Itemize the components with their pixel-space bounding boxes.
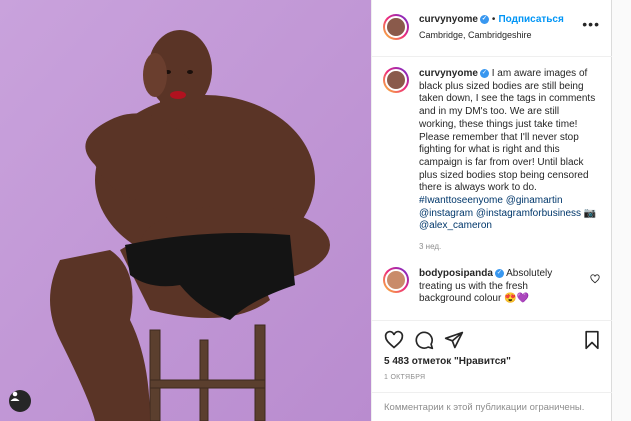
- comment-icon[interactable]: [414, 330, 434, 350]
- comment-username[interactable]: bodyposipanda: [419, 268, 493, 279]
- post-header: curvynyome ✓ • Подписаться Cambridge, Cambr…: [372, 0, 612, 57]
- hashtag-link[interactable]: #Iwanttoseenyome: [419, 195, 503, 206]
- caption-text: I am aware images of black plus sized bo…: [419, 68, 596, 194]
- camera-icon: 📷: [583, 207, 597, 219]
- mention-link[interactable]: @ginamartin: [506, 195, 563, 206]
- more-options-icon[interactable]: •••: [582, 16, 600, 32]
- caption-username[interactable]: curvynyome: [419, 68, 478, 79]
- mention-link[interactable]: @alex_cameron: [419, 220, 492, 231]
- divider: [372, 392, 612, 393]
- caption-avatar-icon[interactable]: [383, 67, 409, 93]
- mention-link[interactable]: @instagram: [419, 208, 473, 219]
- comment-item: bodyposipanda ✓ Absolutely treating us wi…: [419, 268, 579, 306]
- heart-icon[interactable]: [384, 330, 404, 350]
- verified-badge-icon: ✓: [479, 14, 489, 24]
- post-caption: curvynyome ✓ I am aware images of black p…: [419, 68, 599, 233]
- small-heart-icon[interactable]: [590, 274, 600, 284]
- comments-area: curvynyome ✓ I am aware images of black p…: [372, 57, 612, 319]
- post-location[interactable]: Cambridge, Cambridgeshire: [419, 30, 532, 40]
- follow-button[interactable]: Подписаться: [498, 14, 563, 25]
- comments-restricted-notice: Комментарии к этой публикации ограничены…: [384, 402, 585, 413]
- comment-emoji: 😍💜: [504, 293, 529, 305]
- caption-time[interactable]: 3 нед.: [419, 242, 441, 251]
- header-username[interactable]: curvynyome: [419, 14, 478, 25]
- verified-badge-icon: ✓: [479, 68, 489, 78]
- post-dialog: curvynyome ✓ • Подписаться Cambridge, Cambr…: [0, 0, 612, 421]
- avatar-icon[interactable]: [383, 14, 409, 40]
- post-sidebar: curvynyome ✓ • Подписаться Cambridge, Cambr…: [371, 0, 612, 421]
- paper-plane-icon[interactable]: [444, 330, 464, 350]
- bookmark-icon[interactable]: [582, 330, 602, 350]
- divider: [372, 320, 612, 321]
- likes-count[interactable]: 5 483 отметок "Нравится": [384, 356, 511, 367]
- header-user-line: curvynyome ✓ • Подписаться: [419, 14, 564, 25]
- post-date: 1 ОКТЯБРЯ: [384, 374, 426, 381]
- commenter-avatar-icon[interactable]: [383, 267, 409, 293]
- photo-illustration: [0, 0, 371, 421]
- post-photo[interactable]: [0, 0, 371, 421]
- header-separator: •: [491, 14, 496, 25]
- mention-link[interactable]: @instagramforbusiness: [476, 208, 581, 219]
- user-tag-icon[interactable]: [9, 390, 31, 412]
- verified-badge-icon: ✓: [494, 268, 504, 278]
- action-bar: [384, 330, 602, 352]
